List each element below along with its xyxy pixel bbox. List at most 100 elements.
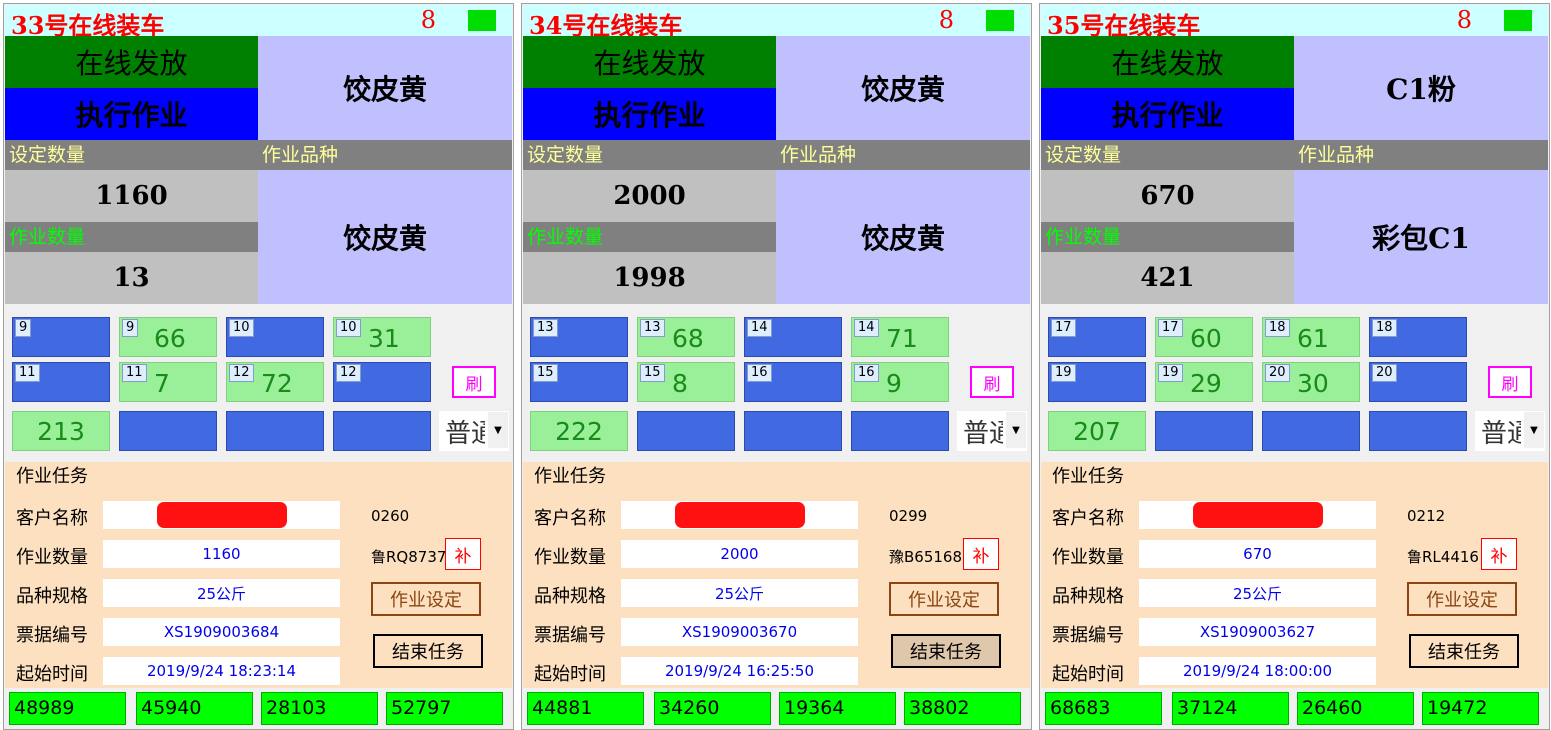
status-executing: 执行作业 [5,88,258,140]
end-task-button[interactable]: 结束任务 [891,634,1001,668]
supplement-button[interactable]: 补 [445,538,481,570]
task-settings-button[interactable]: 作业设定 [371,582,481,616]
spec-field[interactable]: 25公斤 [103,579,340,607]
counter-cell[interactable]: 16 [744,362,842,402]
start-time-field[interactable]: 2019/9/24 18:00:00 [1139,657,1376,685]
task-group: 作业任务 客户名称 作业数量 品种规格 票据编号 起始时间 2000 25公斤 XS190900… [523,462,1030,688]
bottom-counter: 37124 [1172,692,1289,725]
counter-cell[interactable]: 19 [1048,362,1146,402]
start-time-field[interactable]: 2019/9/24 18:23:14 [103,657,340,685]
status-online-release: 在线发放 [5,36,258,88]
work-quantity-field[interactable]: 1160 [103,540,340,568]
counter-cell[interactable]: 13 [530,317,628,357]
counter-cell[interactable]: 17 [1048,317,1146,357]
counter-cell[interactable]: 20 30 [1262,362,1360,402]
mode-combobox[interactable]: 普通 ▼ [1475,411,1545,451]
task-group-title: 作业任务 [1052,466,1124,487]
counter-cell-empty [851,411,949,451]
counter-cell[interactable]: 14 71 [851,317,949,357]
counter-cell[interactable]: 15 8 [637,362,735,402]
counter-cell[interactable]: 20 [1369,362,1467,402]
counter-tag: 14 [747,319,772,337]
counter-value: 29 [1190,369,1222,398]
panel-titlebar: 34号在线装车 8 [523,5,1030,40]
bottom-counter-row: 68683 37124 26460 19472 [1041,689,1548,728]
work-quantity-field[interactable]: 670 [1139,540,1376,568]
counter-cell-empty [1369,411,1467,451]
counter-cell[interactable]: 12 [333,362,431,402]
bottom-counter: 28103 [261,692,378,725]
counter-cell[interactable]: 19 29 [1155,362,1253,402]
counter-value: 72 [261,369,293,398]
counter-cell[interactable]: 12 72 [226,362,324,402]
chevron-down-icon[interactable]: ▼ [1524,412,1544,448]
counter-tag: 15 [640,364,665,382]
product-main: 饺皮黄 [258,170,512,304]
work-quantity-value: 421 [1041,252,1294,304]
counter-cell[interactable]: 10 [226,317,324,357]
counter-tag: 14 [854,319,879,337]
mode-combobox[interactable]: 普通 ▼ [957,411,1027,451]
chevron-down-icon[interactable]: ▼ [1006,412,1026,448]
counter-tag: 16 [854,364,879,382]
counter-tag: 17 [1051,319,1076,337]
task-settings-button[interactable]: 作业设定 [889,582,999,616]
label-work-quantity: 作业数量 [527,226,604,248]
supplement-button[interactable]: 补 [1481,538,1517,570]
customer-name-field[interactable] [103,501,340,529]
counter-value: 61 [1297,324,1329,353]
refresh-button[interactable]: 刷 [1488,366,1532,398]
label-product: 作业品种 [1298,144,1375,166]
counter-value: 7 [154,369,170,398]
counter-cell[interactable]: 16 9 [851,362,949,402]
counter-tag: 19 [1051,364,1076,382]
start-time-field[interactable]: 2019/9/24 16:25:50 [621,657,858,685]
total-count: 207 [1048,411,1146,451]
counter-tag: 11 [15,364,40,382]
counter-cell[interactable]: 11 7 [119,362,217,402]
customer-name-field[interactable] [1139,501,1376,529]
panel-count: 8 [420,6,436,34]
spec-field[interactable]: 25公斤 [621,579,858,607]
plate-number: 鲁RQ8737 [371,548,447,566]
counter-cell[interactable]: 14 [744,317,842,357]
ticket-number-field[interactable]: XS1909003627 [1139,618,1376,646]
counter-cell[interactable]: 15 [530,362,628,402]
status-indicator [986,10,1014,31]
counter-cell-empty [226,411,324,451]
chevron-down-icon[interactable]: ▼ [488,412,508,448]
product-top: 饺皮黄 [776,36,1030,140]
ticket-number-field[interactable]: XS1909003684 [103,618,340,646]
counter-cell-empty [637,411,735,451]
counter-cell[interactable]: 18 [1369,317,1467,357]
task-settings-button[interactable]: 作业设定 [1407,582,1517,616]
counter-value: 68 [672,324,704,353]
work-quantity-field[interactable]: 2000 [621,540,858,568]
counter-cell[interactable]: 13 68 [637,317,735,357]
customer-name-field[interactable] [621,501,858,529]
field-label: 品种规格 [534,586,606,607]
spec-field[interactable]: 25公斤 [1139,579,1376,607]
supplement-button[interactable]: 补 [963,538,999,570]
set-quantity-value: 2000 [523,170,776,222]
end-task-button[interactable]: 结束任务 [1409,634,1519,668]
counter-cell[interactable]: 17 60 [1155,317,1253,357]
bottom-counter: 34260 [654,692,771,725]
redaction-mark [156,502,287,528]
refresh-button[interactable]: 刷 [452,366,496,398]
ticket-number-field[interactable]: XS1909003670 [621,618,858,646]
customer-code: 0299 [889,507,928,525]
customer-code: 0260 [371,507,410,525]
set-quantity-value: 1160 [5,170,258,222]
refresh-button[interactable]: 刷 [970,366,1014,398]
field-label: 票据编号 [16,625,88,646]
counter-cell[interactable]: 10 31 [333,317,431,357]
counter-tag: 16 [747,364,772,382]
mode-combobox[interactable]: 普通 ▼ [439,411,509,451]
counter-cell[interactable]: 9 [12,317,110,357]
counter-cell[interactable]: 9 66 [119,317,217,357]
end-task-button[interactable]: 结束任务 [373,634,483,668]
counter-cell[interactable]: 18 61 [1262,317,1360,357]
mode-selected-value: 普通 [963,419,1003,449]
counter-cell[interactable]: 11 [12,362,110,402]
